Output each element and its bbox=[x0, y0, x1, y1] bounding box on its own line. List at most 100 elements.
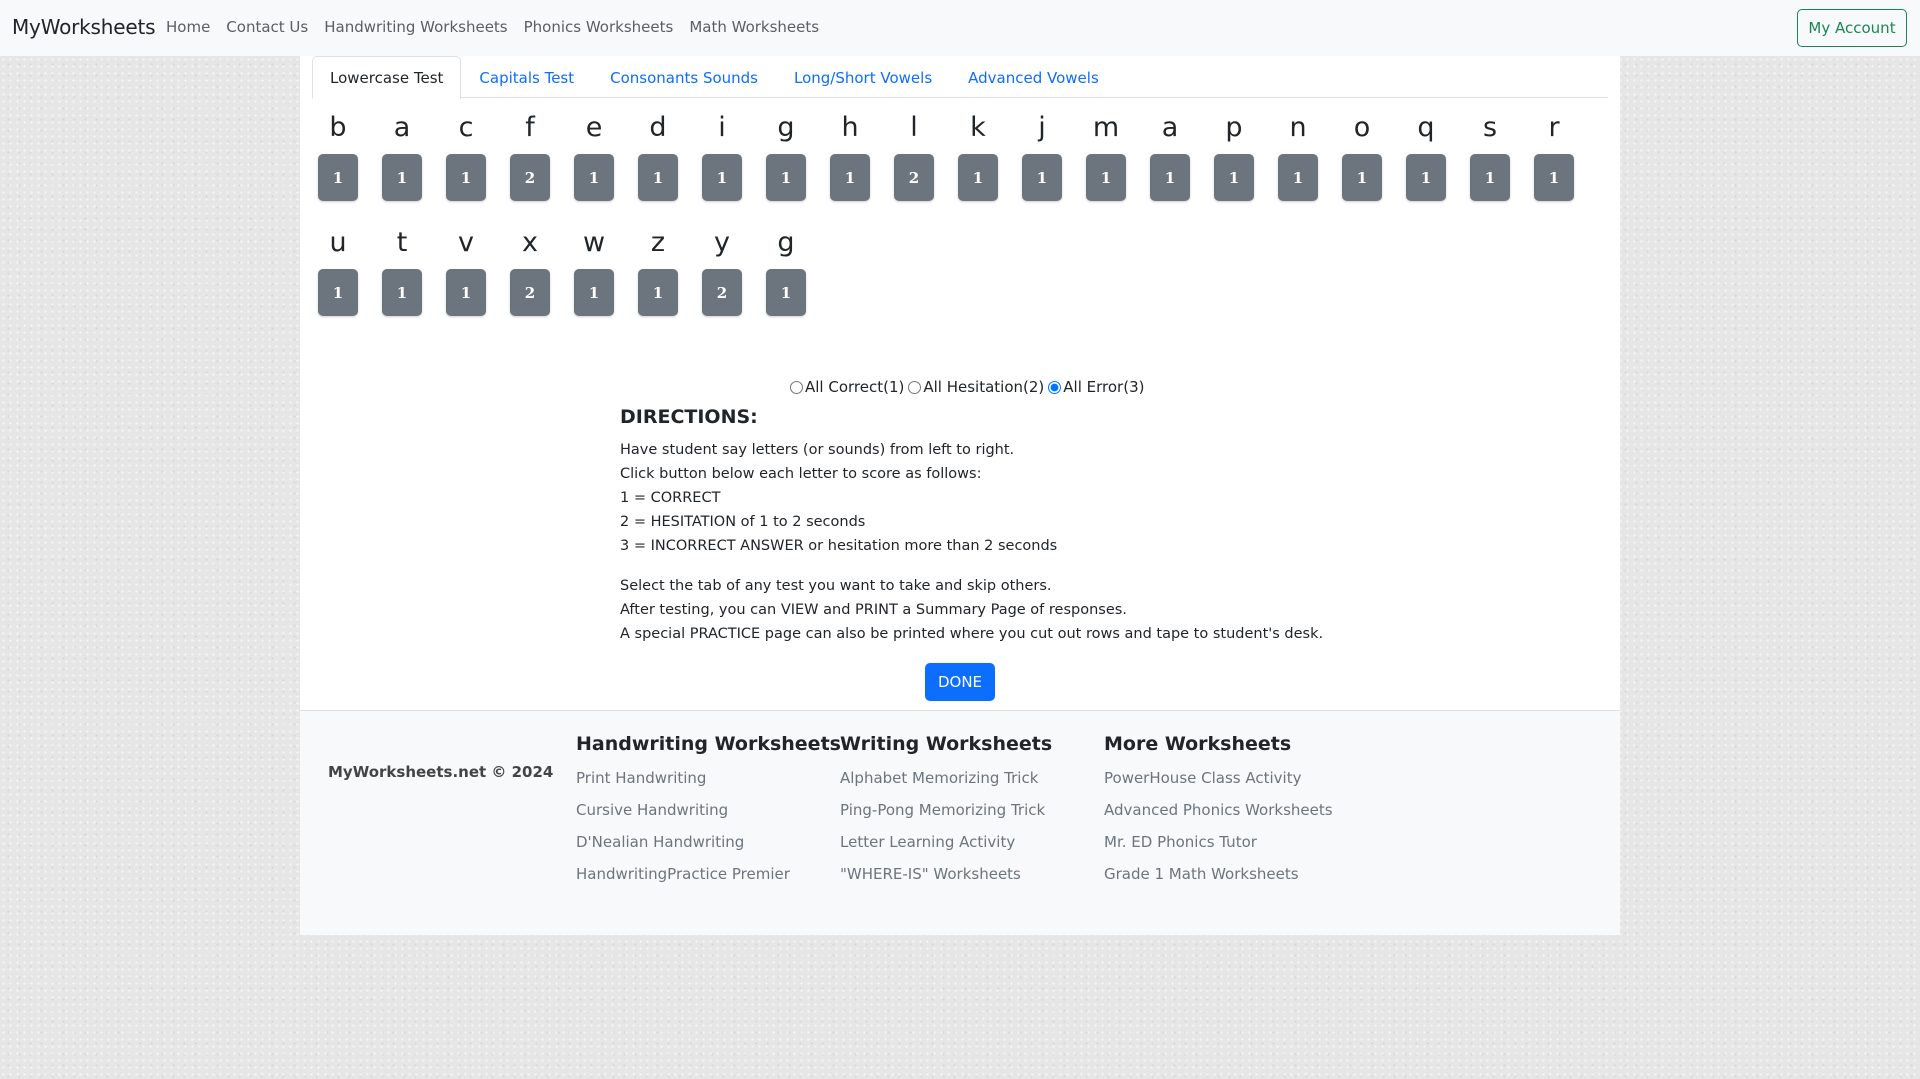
letter-cell: e1 bbox=[570, 108, 618, 218]
footer-heading: Writing Worksheets bbox=[840, 733, 1053, 755]
score-button[interactable]: 1 bbox=[1470, 154, 1510, 201]
nav-link-phonics[interactable]: Phonics Worksheets bbox=[524, 18, 674, 36]
test-letter: l bbox=[910, 112, 918, 143]
option-all-error[interactable]: All Error(3) bbox=[1048, 378, 1144, 396]
test-letter: y bbox=[714, 227, 730, 258]
score-button[interactable]: 1 bbox=[446, 154, 486, 201]
footer-heading: More Worksheets bbox=[1104, 733, 1292, 755]
test-letter: n bbox=[1289, 112, 1307, 143]
option-all-hesitation[interactable]: All Hesitation(2) bbox=[908, 378, 1044, 396]
footer-link[interactable]: D'Nealian Handwriting bbox=[576, 826, 841, 858]
nav-link-home[interactable]: Home bbox=[166, 18, 210, 36]
letter-cell: q1 bbox=[1402, 108, 1450, 218]
letter-cell: y2 bbox=[698, 223, 746, 333]
letter-cell: g1 bbox=[762, 223, 810, 333]
footer-link[interactable]: Letter Learning Activity bbox=[840, 826, 1052, 858]
letter-cell: s1 bbox=[1466, 108, 1514, 218]
radio-all-error[interactable] bbox=[1048, 380, 1062, 394]
score-button[interactable]: 1 bbox=[702, 154, 742, 201]
footer-link[interactable]: "WHERE-IS" Worksheets bbox=[840, 858, 1052, 890]
brand-logo[interactable]: MyWorksheets bbox=[12, 15, 156, 39]
footer-link[interactable]: HandwritingPractice Premier bbox=[576, 858, 841, 890]
score-button[interactable]: 1 bbox=[318, 269, 358, 316]
test-letter: c bbox=[458, 112, 474, 143]
score-button[interactable]: 1 bbox=[1278, 154, 1318, 201]
letter-cell: d1 bbox=[634, 108, 682, 218]
letter-cell: g1 bbox=[762, 108, 810, 218]
tab-long-short-vowels[interactable]: Long/Short Vowels bbox=[776, 56, 950, 98]
letter-cell: x2 bbox=[506, 223, 554, 333]
radio-all-correct[interactable] bbox=[790, 380, 803, 394]
directions-line: 3 = INCORRECT ANSWER or hesitation more … bbox=[620, 538, 1058, 554]
score-button[interactable]: 1 bbox=[382, 154, 422, 201]
directions-title: DIRECTIONS: bbox=[620, 406, 758, 428]
test-letter: r bbox=[1548, 112, 1560, 143]
test-letter: w bbox=[582, 227, 606, 258]
test-letter: a bbox=[1161, 112, 1179, 143]
letter-cell: p1 bbox=[1210, 108, 1258, 218]
score-button[interactable]: 1 bbox=[958, 154, 998, 201]
footer-link[interactable]: PowerHouse Class Activity bbox=[1104, 762, 1333, 794]
score-button[interactable]: 2 bbox=[702, 269, 742, 316]
directions-line: Click button below each letter to score … bbox=[620, 466, 982, 482]
test-letter: q bbox=[1417, 112, 1435, 143]
tab-consonants-sounds[interactable]: Consonants Sounds bbox=[592, 56, 776, 98]
score-button[interactable]: 1 bbox=[1022, 154, 1062, 201]
score-button[interactable]: 2 bbox=[894, 154, 934, 201]
nav-links: Home Contact Us Handwriting Worksheets P… bbox=[166, 18, 835, 36]
footer-link[interactable]: Print Handwriting bbox=[576, 762, 841, 794]
score-button[interactable]: 1 bbox=[638, 269, 678, 316]
score-button[interactable]: 1 bbox=[766, 269, 806, 316]
score-button[interactable]: 1 bbox=[1214, 154, 1254, 201]
my-account-button[interactable]: My Account bbox=[1797, 9, 1907, 47]
radio-all-hesitation[interactable] bbox=[908, 380, 922, 394]
letter-cell: c1 bbox=[442, 108, 490, 218]
option-all-correct[interactable]: All Correct(1) bbox=[790, 378, 904, 396]
score-button[interactable]: 1 bbox=[830, 154, 870, 201]
score-button[interactable]: 1 bbox=[1086, 154, 1126, 201]
main-panel: Lowercase Test Capitals Test Consonants … bbox=[300, 56, 1620, 935]
letter-cell: k1 bbox=[954, 108, 1002, 218]
score-button[interactable]: 1 bbox=[1150, 154, 1190, 201]
score-button[interactable]: 1 bbox=[1534, 154, 1574, 201]
score-button[interactable]: 1 bbox=[1342, 154, 1382, 201]
score-button[interactable]: 1 bbox=[318, 154, 358, 201]
footer-link[interactable]: Grade 1 Math Worksheets bbox=[1104, 858, 1333, 890]
score-button[interactable]: 1 bbox=[638, 154, 678, 201]
directions-line: Select the tab of any test you want to t… bbox=[620, 578, 1052, 594]
nav-link-math[interactable]: Math Worksheets bbox=[689, 18, 819, 36]
score-button[interactable]: 2 bbox=[510, 269, 550, 316]
directions-line: Have student say letters (or sounds) fro… bbox=[620, 442, 1015, 458]
done-button[interactable]: DONE bbox=[925, 663, 995, 701]
nav-link-handwriting[interactable]: Handwriting Worksheets bbox=[324, 18, 507, 36]
directions-line: 2 = HESITATION of 1 to 2 seconds bbox=[620, 514, 866, 530]
copyright: MyWorksheets.net © 2024 bbox=[328, 763, 554, 781]
site-footer: MyWorksheets.net © 2024 Handwriting Work… bbox=[300, 710, 1620, 935]
letter-cell: w1 bbox=[570, 223, 618, 333]
letter-cell: a1 bbox=[1146, 108, 1194, 218]
score-button[interactable]: 2 bbox=[510, 154, 550, 201]
nav-link-contact[interactable]: Contact Us bbox=[226, 18, 308, 36]
test-letter: m bbox=[1092, 112, 1120, 143]
tab-lowercase-test[interactable]: Lowercase Test bbox=[312, 56, 462, 99]
score-button[interactable]: 1 bbox=[446, 269, 486, 316]
test-letter: g bbox=[777, 112, 795, 143]
score-button[interactable]: 1 bbox=[574, 154, 614, 201]
footer-link[interactable]: Mr. ED Phonics Tutor bbox=[1104, 826, 1333, 858]
tab-capitals-test[interactable]: Capitals Test bbox=[461, 56, 592, 98]
footer-link[interactable]: Alphabet Memorizing Trick bbox=[840, 762, 1052, 794]
footer-link[interactable]: Ping-Pong Memorizing Trick bbox=[840, 794, 1052, 826]
footer-column-writing: Writing Worksheets Alphabet Memorizing T… bbox=[840, 733, 1052, 890]
score-button[interactable]: 1 bbox=[766, 154, 806, 201]
bulk-score-options: All Correct(1) All Hesitation(2) All Err… bbox=[790, 378, 1148, 396]
letter-cell: v1 bbox=[442, 223, 490, 333]
score-button[interactable]: 1 bbox=[382, 269, 422, 316]
test-letter: s bbox=[1482, 112, 1498, 143]
footer-link[interactable]: Cursive Handwriting bbox=[576, 794, 841, 826]
score-button[interactable]: 1 bbox=[574, 269, 614, 316]
tab-advanced-vowels[interactable]: Advanced Vowels bbox=[950, 56, 1117, 98]
option-all-hesitation-label: All Hesitation(2) bbox=[923, 378, 1045, 396]
score-button[interactable]: 1 bbox=[1406, 154, 1446, 201]
letter-cell: r1 bbox=[1530, 108, 1578, 218]
footer-link[interactable]: Advanced Phonics Worksheets bbox=[1104, 794, 1333, 826]
